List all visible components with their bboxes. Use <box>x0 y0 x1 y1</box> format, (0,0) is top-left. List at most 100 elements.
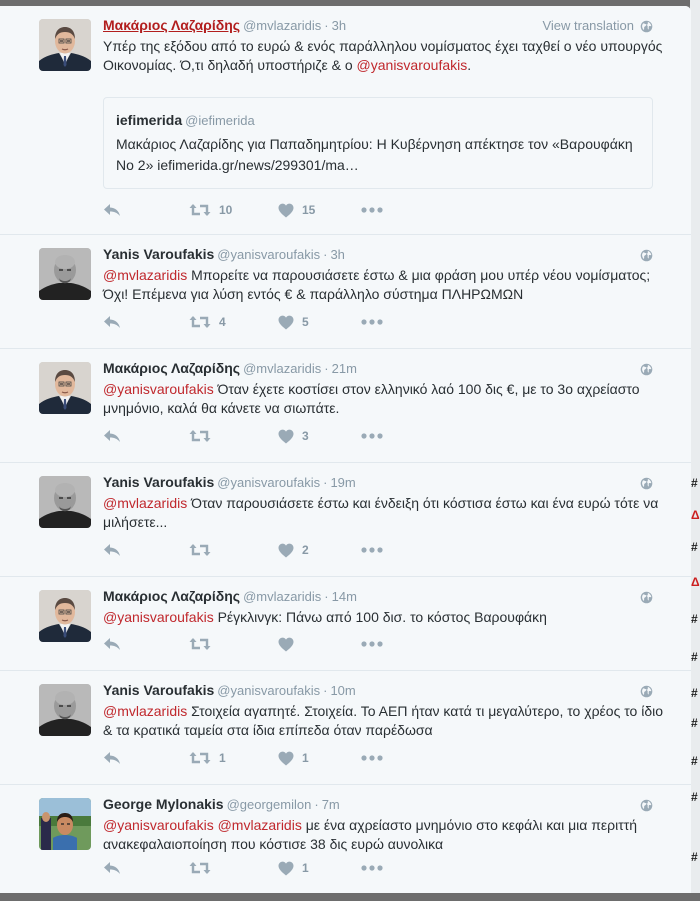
more-icon <box>361 319 383 325</box>
more-button[interactable] <box>361 541 383 559</box>
globe-icon[interactable] <box>640 591 653 604</box>
author-name[interactable]: Μακάριος Λαζαρίδης <box>103 17 240 33</box>
reply-button[interactable] <box>103 859 121 877</box>
tweet-timestamp[interactable]: 19m <box>330 475 355 490</box>
like-icon <box>278 543 294 558</box>
tweet-timestamp[interactable]: 21m <box>332 361 357 376</box>
mention-link[interactable]: @yanisvaroufakis <box>357 57 468 73</box>
retweet-count: 10 <box>219 203 233 217</box>
background-mark: # <box>691 476 698 490</box>
avatar[interactable] <box>39 248 91 300</box>
tweet-timestamp[interactable]: 10m <box>330 683 355 698</box>
author-name[interactable]: Yanis Varoufakis <box>103 682 214 698</box>
author-handle[interactable]: @mvlazaridis <box>243 18 321 33</box>
tweet-text-segment: Ρέγκλινγκ: Πάνω από 100 δισ. το κόστος Β… <box>213 609 547 625</box>
globe-icon[interactable] <box>640 685 653 698</box>
author-name[interactable]: Yanis Varoufakis <box>103 246 214 262</box>
mention-link[interactable]: @mvlazaridis <box>218 817 302 833</box>
reply-button[interactable] <box>103 427 121 445</box>
tweet-actions: 2 <box>103 541 423 559</box>
tweet[interactable]: Μακάριος Λαζαρίδης @mvlazaridis · 3h View tr… <box>0 6 691 235</box>
avatar[interactable] <box>39 684 91 736</box>
mention-link[interactable]: @mvlazaridis <box>103 267 187 283</box>
author-name[interactable]: George Mylonakis <box>103 796 224 812</box>
mention-link[interactable]: @yanisvaroufakis <box>103 381 214 397</box>
more-button[interactable] <box>361 201 383 219</box>
like-button[interactable]: 5 <box>278 313 309 331</box>
background-mark: # <box>691 612 698 626</box>
globe-icon[interactable] <box>640 249 653 262</box>
author-handle[interactable]: @georgemilon <box>227 797 312 812</box>
quoted-tweet[interactable]: iefimerida @iefimerida Μακάριος Λαζαρίδης … <box>103 97 653 189</box>
reply-button[interactable] <box>103 749 121 767</box>
tweet-timestamp[interactable]: 7m <box>322 797 340 812</box>
author-handle[interactable]: @mvlazaridis <box>243 589 321 604</box>
retweet-button[interactable] <box>189 859 219 877</box>
tweet[interactable]: George Mylonakis @georgemilon · 7m @yanisvar… <box>0 785 691 893</box>
like-button[interactable]: 15 <box>278 201 315 219</box>
tweet-timestamp[interactable]: 14m <box>332 589 357 604</box>
like-button[interactable]: 1 <box>278 749 309 767</box>
like-button[interactable]: 2 <box>278 541 309 559</box>
tweet-timestamp[interactable]: 3h <box>330 247 344 262</box>
like-button[interactable]: 3 <box>278 427 309 445</box>
retweet-button[interactable]: 4 <box>189 313 226 331</box>
more-button[interactable] <box>361 427 383 445</box>
like-count: 1 <box>302 861 309 875</box>
like-button[interactable]: 1 <box>278 859 309 877</box>
tweet[interactable]: Μακάριος Λαζαρίδης @mvlazaridis · 14m @yanis… <box>0 577 691 671</box>
mention-link[interactable]: @yanisvaroufakis <box>103 609 214 625</box>
author-name[interactable]: Μακάριος Λαζαρίδης <box>103 588 240 604</box>
retweet-button[interactable] <box>189 635 219 653</box>
avatar[interactable] <box>39 362 91 414</box>
author-handle[interactable]: @yanisvaroufakis <box>217 475 320 490</box>
globe-icon[interactable] <box>640 477 653 490</box>
mention-link[interactable]: @yanisvaroufakis <box>103 817 214 833</box>
like-button[interactable] <box>278 635 302 653</box>
author-handle[interactable]: @mvlazaridis <box>243 361 321 376</box>
tweet-actions: 3 <box>103 427 423 445</box>
page-backdrop-bottom <box>0 893 700 901</box>
background-mark: # <box>691 686 698 700</box>
avatar[interactable] <box>39 590 91 642</box>
tweet[interactable]: Yanis Varoufakis @yanisvaroufakis · 10m @mvl… <box>0 671 691 785</box>
mention-link[interactable]: @mvlazaridis <box>103 495 187 511</box>
more-button[interactable] <box>361 749 383 767</box>
quoted-tweet-text: Μακάριος Λαζαρίδης για Παπαδημητρίου: Η … <box>116 136 633 173</box>
quoted-tweet-header: iefimerida @iefimerida <box>116 112 255 128</box>
retweet-button[interactable]: 10 <box>189 201 232 219</box>
retweet-button[interactable] <box>189 427 219 445</box>
globe-icon[interactable] <box>640 363 653 376</box>
reply-button[interactable] <box>103 635 121 653</box>
reply-button[interactable] <box>103 313 121 331</box>
more-button[interactable] <box>361 635 383 653</box>
more-button[interactable] <box>361 859 383 877</box>
reply-button[interactable] <box>103 541 121 559</box>
avatar[interactable] <box>39 19 91 71</box>
quoted-author-name[interactable]: iefimerida <box>116 112 182 128</box>
more-button[interactable] <box>361 313 383 331</box>
background-mark: Δ <box>691 508 700 522</box>
author-handle[interactable]: @yanisvaroufakis <box>217 247 320 262</box>
background-mark: # <box>691 650 698 664</box>
author-name[interactable]: Yanis Varoufakis <box>103 474 214 490</box>
tweet-header: Yanis Varoufakis @yanisvaroufakis · 3h <box>103 246 651 264</box>
tweet[interactable]: Μακάριος Λαζαρίδης @mvlazaridis · 21m @yanis… <box>0 349 691 463</box>
tweet[interactable]: Yanis Varoufakis @yanisvaroufakis · 19m @mvl… <box>0 463 691 577</box>
globe-icon[interactable] <box>640 20 653 33</box>
tweet[interactable]: Yanis Varoufakis @yanisvaroufakis · 3h @mvla… <box>0 235 691 349</box>
tweet-timestamp[interactable]: 3h <box>332 18 346 33</box>
retweet-button[interactable] <box>189 541 219 559</box>
quoted-author-handle[interactable]: @iefimerida <box>185 113 255 128</box>
background-mark: # <box>691 790 698 804</box>
like-count: 5 <box>302 315 309 329</box>
view-translation-link[interactable]: View translation <box>542 18 634 33</box>
author-name[interactable]: Μακάριος Λαζαρίδης <box>103 360 240 376</box>
globe-icon[interactable] <box>640 799 653 812</box>
avatar[interactable] <box>39 798 91 850</box>
mention-link[interactable]: @mvlazaridis <box>103 703 187 719</box>
author-handle[interactable]: @yanisvaroufakis <box>217 683 320 698</box>
avatar[interactable] <box>39 476 91 528</box>
retweet-button[interactable]: 1 <box>189 749 226 767</box>
reply-button[interactable] <box>103 201 121 219</box>
